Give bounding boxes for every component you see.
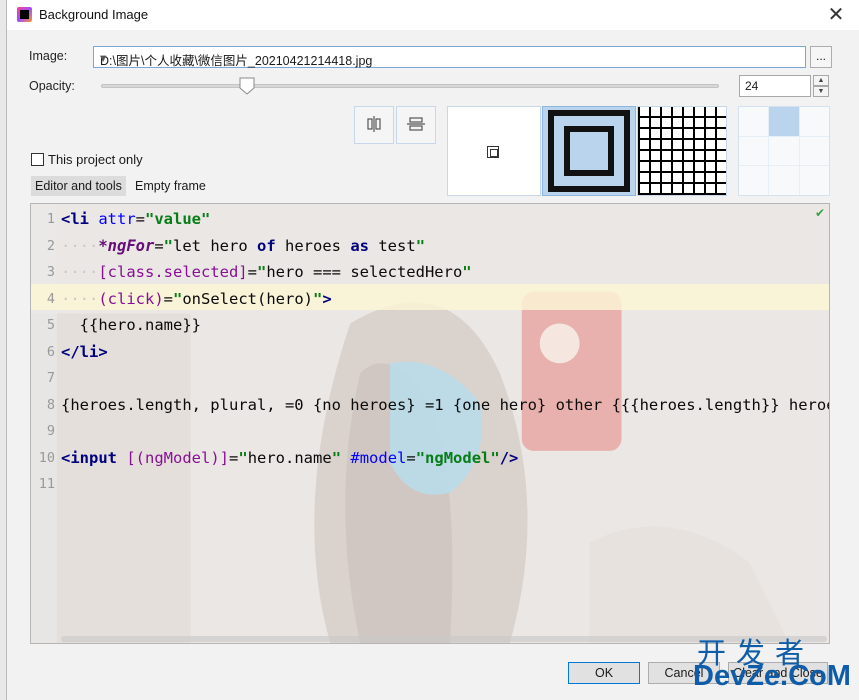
- this-project-only-label: This project only: [48, 152, 143, 167]
- fill-mode-tile[interactable]: [637, 106, 727, 196]
- anchor-top-right[interactable]: [799, 107, 829, 136]
- anchor-bottom-left[interactable]: [739, 166, 769, 195]
- center-vertically-button[interactable]: [396, 106, 436, 144]
- spin-up-icon[interactable]: ▲: [813, 75, 829, 86]
- cancel-button[interactable]: Cancel: [648, 662, 720, 684]
- this-project-only-checkbox[interactable]: [31, 153, 44, 166]
- code-line: {heroes.length, plural, =0 {no heroes} =…: [61, 395, 830, 414]
- line-number: 2: [46, 237, 55, 254]
- spin-down-icon[interactable]: ▼: [813, 86, 829, 97]
- editor-preview: 1 <li attr="value" 2 ····*ngFor="let hero …: [30, 203, 830, 644]
- anchor-position-grid[interactable]: [738, 106, 830, 196]
- code-line: ····[class.selected]="hero === selectedH…: [61, 263, 472, 281]
- line-number: 4: [46, 290, 55, 307]
- background-image-dialog: Background Image ✕ Image: D:\图片\个人收藏\微信图…: [6, 0, 859, 700]
- scale-mode-icon: [548, 110, 630, 192]
- ok-button[interactable]: OK: [568, 662, 640, 684]
- center-horizontally-button[interactable]: [354, 106, 394, 144]
- this-project-only-option[interactable]: This project only: [31, 152, 143, 167]
- code-line: <li attr="value": [61, 210, 211, 228]
- code-line: <input [(ngModel)]="hero.name" #model="n…: [61, 448, 519, 467]
- anchor-top-left[interactable]: [739, 107, 769, 136]
- anchor-bottom-center[interactable]: [769, 166, 799, 195]
- fill-mode-scale[interactable]: [542, 106, 636, 196]
- anchor-top-center[interactable]: [769, 107, 799, 136]
- image-label: Image:: [29, 49, 68, 63]
- line-number: 8: [46, 396, 55, 413]
- opacity-label: Opacity:: [29, 79, 75, 93]
- line-number: 6: [46, 343, 55, 360]
- code-line: </li>: [61, 342, 108, 361]
- opacity-slider-track[interactable]: [101, 84, 719, 88]
- anchor-bottom-right[interactable]: [799, 166, 829, 195]
- code-line: ····(click)="onSelect(hero)">: [61, 289, 332, 308]
- anchor-middle-right[interactable]: [799, 136, 829, 166]
- image-path-combo[interactable]: D:\图片\个人收藏\微信图片_20210421214418.jpg ▾: [93, 46, 806, 68]
- close-icon[interactable]: ✕: [823, 2, 849, 28]
- title-bar: Background Image ✕: [7, 0, 859, 30]
- code-line: ····*ngFor="let hero of heroes as test": [61, 236, 426, 255]
- line-number: 1: [46, 211, 55, 227]
- app-logo-icon: [17, 7, 32, 22]
- code-line: {{hero.name}}: [61, 316, 201, 334]
- line-number: 7: [46, 370, 55, 386]
- inspection-ok-icon[interactable]: ✔: [815, 206, 825, 220]
- dialog-title: Background Image: [39, 7, 149, 22]
- fill-mode-center[interactable]: [447, 106, 541, 196]
- tab-editor-and-tools[interactable]: Editor and tools: [31, 176, 126, 196]
- anchor-middle-left[interactable]: [739, 136, 769, 166]
- code-sample: 1 <li attr="value" 2 ····*ngFor="let hero …: [31, 206, 829, 498]
- clear-and-close-button[interactable]: Clear and Close: [728, 662, 828, 684]
- browse-button[interactable]: ...: [810, 46, 832, 68]
- line-number: 5: [46, 317, 55, 333]
- align-vertical-icon: [407, 117, 425, 131]
- line-number: 3: [46, 264, 55, 280]
- horizontal-scrollbar[interactable]: [61, 636, 827, 642]
- align-horizontal-icon: [367, 116, 381, 132]
- opacity-slider-thumb[interactable]: [239, 77, 255, 95]
- chevron-down-icon[interactable]: ▾: [100, 50, 801, 65]
- line-number: 9: [46, 423, 55, 439]
- line-number: 10: [38, 449, 55, 466]
- center-mode-icon: [487, 146, 499, 158]
- tab-empty-frame[interactable]: Empty frame: [131, 176, 210, 196]
- anchor-middle-center[interactable]: [769, 136, 799, 166]
- opacity-value-input[interactable]: 24: [739, 75, 811, 97]
- line-number: 11: [38, 476, 55, 492]
